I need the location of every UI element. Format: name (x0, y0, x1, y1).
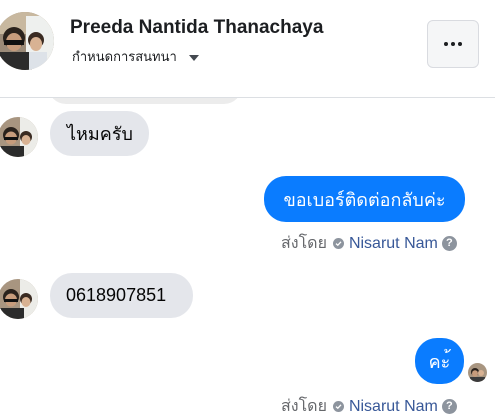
sent-by-info: ส่งโดย Nisarut Nam ? (281, 231, 457, 256)
incoming-message-bubble[interactable]: ไหมครับ (50, 111, 149, 156)
chat-header: Preeda Nantida Thanachaya กำหนดการสนทนา (0, 0, 495, 98)
seen-avatar (468, 363, 487, 382)
message-text: ไหมครับ (67, 124, 133, 144)
contact-avatar-small[interactable] (0, 117, 38, 157)
incoming-message-bubble[interactable]: 0618907851 (50, 273, 193, 318)
message-text: 0618907851 (66, 285, 167, 305)
sent-by-info: ส่งโดย Nisarut Nam ? (281, 394, 457, 419)
contact-avatar[interactable] (0, 12, 54, 70)
more-options-button[interactable] (427, 20, 479, 68)
more-horizontal-icon (444, 42, 462, 46)
outgoing-message-bubble[interactable]: คะ้ (415, 338, 464, 384)
conversation-menu-label: กำหนดการสนทนา (72, 49, 177, 64)
question-icon[interactable]: ? (441, 399, 457, 414)
caret-down-icon (188, 54, 199, 61)
outgoing-message-bubble[interactable]: ขอเบอร์ติดต่อกลับค่ะ (264, 176, 465, 222)
message-text: ขอเบอร์ติดต่อกลับค่ะ (283, 189, 446, 210)
conversation-menu-toggle[interactable]: กำหนดการสนทนา (72, 46, 199, 67)
sender-name[interactable]: Nisarut Nam (349, 235, 438, 253)
sent-by-label: ส่งโดย (281, 235, 327, 252)
contact-name[interactable]: Preeda Nantida Thanachaya (70, 17, 323, 39)
contact-avatar-small[interactable] (0, 279, 38, 319)
sender-name[interactable]: Nisarut Nam (349, 398, 438, 416)
check-circle-icon (332, 238, 344, 249)
question-icon[interactable]: ? (441, 236, 457, 251)
sent-by-label: ส่งโดย (281, 398, 327, 415)
check-circle-icon (332, 401, 344, 412)
chat-window: Preeda Nantida Thanachaya กำหนดการสนทนา … (0, 0, 495, 420)
message-text: คะ้ (428, 351, 451, 372)
